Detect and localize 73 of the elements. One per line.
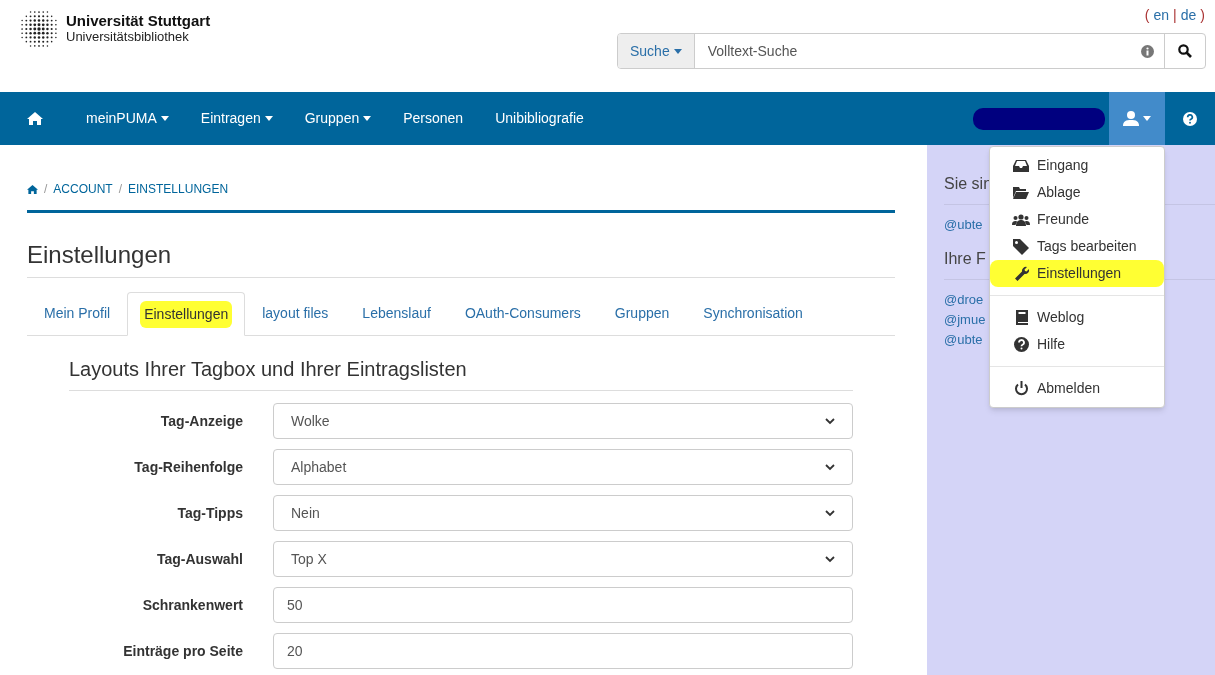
search-icon — [1178, 44, 1192, 58]
page-title: Einstellungen — [27, 237, 895, 278]
language-link[interactable]: en — [1153, 5, 1170, 26]
logo-subtitle: Universitätsbibliothek — [66, 29, 190, 45]
search-scope-dropdown[interactable]: Suche — [618, 34, 695, 68]
dropdown-field[interactable]: Top X — [273, 541, 853, 577]
menu-item[interactable]: Ablage — [990, 179, 1164, 206]
field-label: Einträge pro Seite — [122, 641, 243, 661]
field-label: Tag-Tipps — [176, 503, 243, 523]
menu-item[interactable]: Einstellungen — [990, 260, 1164, 287]
chevron-icon — [825, 463, 835, 471]
menu-item[interactable]: Freunde — [990, 206, 1164, 233]
dropdown-field[interactable]: Alphabet — [273, 449, 853, 485]
breadcrumb-link[interactable]: ACCOUNT — [53, 180, 113, 198]
caret-icon — [673, 48, 682, 54]
tab[interactable]: layout files — [245, 291, 346, 335]
nav-link[interactable]: meinPUMA — [70, 92, 185, 145]
power-icon — [1013, 381, 1029, 396]
home-icon — [27, 112, 43, 125]
tab[interactable]: Einstellungen — [127, 292, 246, 336]
dropdown-field[interactable]: Wolke — [273, 403, 853, 439]
nav-link[interactable]: Unibibliografie — [479, 92, 600, 145]
users-icon — [1012, 213, 1030, 226]
folder-icon — [1013, 186, 1029, 199]
nav-link[interactable]: Personen — [387, 92, 480, 145]
input-field[interactable]: 50 — [273, 587, 853, 623]
user-menu-button[interactable] — [1109, 92, 1165, 145]
book-icon — [1014, 310, 1028, 325]
user-icon — [1123, 111, 1139, 126]
breadcrumb-separator: / — [44, 181, 48, 198]
inbox-icon — [1013, 158, 1029, 173]
menu-item[interactable]: Weblog — [990, 304, 1164, 331]
field-label: Tag-Reihenfolge — [133, 457, 243, 477]
tab[interactable]: Synchronisation — [686, 291, 820, 335]
tab[interactable]: OAuth-Consumers — [447, 291, 598, 335]
field-label: Tag-Auswahl — [155, 549, 243, 569]
user-link[interactable]: @droe — [944, 290, 984, 310]
user-link[interactable]: @jmue — [944, 310, 986, 330]
home-icon — [27, 184, 38, 194]
dropdown-field[interactable]: Nein — [273, 495, 853, 531]
info-icon — [1141, 44, 1154, 58]
university-logo-icon — [20, 10, 58, 48]
tab[interactable]: Mein Profil — [27, 291, 128, 335]
field-label: Schrankenwert — [141, 595, 243, 615]
nav-link[interactable]: Eintragen — [184, 92, 289, 145]
menu-item[interactable]: Hilfe — [990, 331, 1164, 358]
nav-link[interactable]: Gruppen — [288, 92, 388, 145]
menu-item[interactable]: Abmelden — [990, 375, 1164, 402]
search-bar[interactable]: Suche Volltext-Suche — [617, 33, 1206, 69]
user-link[interactable]: @ubte — [944, 330, 983, 350]
home-link[interactable] — [27, 184, 38, 194]
tag-icon — [1013, 238, 1029, 255]
chevron-icon — [825, 555, 835, 563]
tab[interactable]: Lebenslauf — [345, 291, 448, 335]
chevron-icon — [825, 509, 835, 517]
search-field[interactable]: Volltext-Suche — [707, 40, 1141, 62]
breadcrumb-link[interactable]: EINSTELLUNGEN — [128, 180, 229, 198]
tab[interactable]: Gruppen — [597, 291, 687, 335]
bracket: ) — [1200, 6, 1205, 25]
language-link[interactable]: de — [1180, 5, 1197, 26]
section-title: Layouts Ihrer Tagbox und Ihrer Eintragslisten — [69, 354, 853, 391]
field-label: Tag-Anzeige — [159, 411, 243, 431]
caret-icon — [1143, 116, 1151, 121]
chevron-icon — [825, 417, 835, 425]
separator: | — [1173, 6, 1177, 25]
breadcrumb-separator: / — [118, 181, 123, 198]
wrench-icon — [1013, 266, 1029, 281]
logo-title: Universität Stuttgart — [66, 13, 211, 29]
bracket: ( — [1144, 6, 1150, 25]
user-link[interactable]: @ubte — [944, 215, 983, 235]
input-field[interactable]: 20 — [273, 633, 853, 669]
help-icon — [1183, 111, 1197, 126]
help-icon — [1013, 337, 1029, 352]
